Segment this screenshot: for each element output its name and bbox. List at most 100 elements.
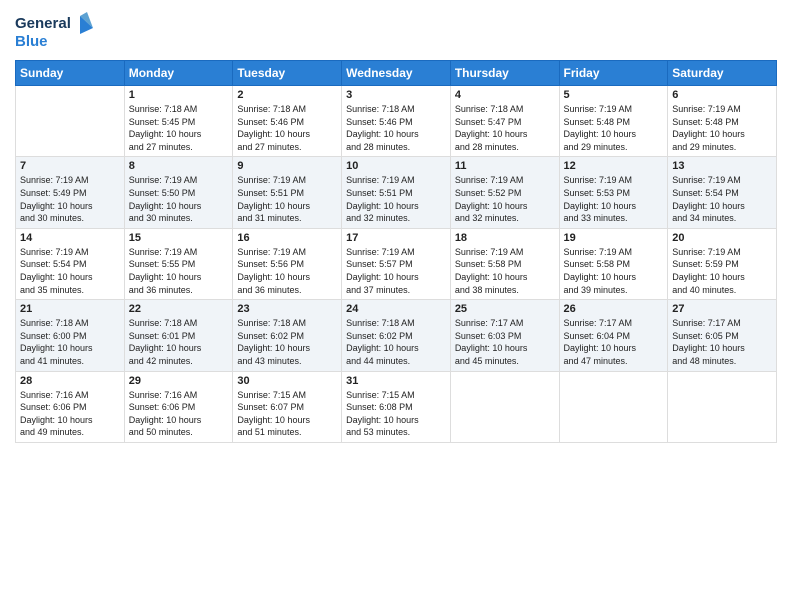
col-header-friday: Friday (559, 61, 668, 86)
day-info: Sunrise: 7:19 AM Sunset: 5:52 PM Dayligh… (455, 174, 555, 224)
day-info: Sunrise: 7:19 AM Sunset: 5:48 PM Dayligh… (564, 103, 664, 153)
day-number: 31 (346, 375, 446, 387)
logo-svg: General Blue (15, 10, 95, 52)
day-info: Sunrise: 7:19 AM Sunset: 5:55 PM Dayligh… (129, 246, 229, 296)
calendar-cell (668, 371, 777, 442)
day-info: Sunrise: 7:16 AM Sunset: 6:06 PM Dayligh… (20, 389, 120, 439)
calendar-cell (559, 371, 668, 442)
calendar-cell: 28 Sunrise: 7:16 AM Sunset: 6:06 PM Dayli… (16, 371, 125, 442)
day-info: Sunrise: 7:18 AM Sunset: 5:47 PM Dayligh… (455, 103, 555, 153)
calendar-table: SundayMondayTuesdayWednesdayThursdayFrid… (15, 60, 777, 443)
calendar-cell: 15 Sunrise: 7:19 AM Sunset: 5:55 PM Dayli… (124, 228, 233, 299)
day-info: Sunrise: 7:18 AM Sunset: 6:02 PM Dayligh… (237, 317, 337, 367)
day-info: Sunrise: 7:15 AM Sunset: 6:08 PM Dayligh… (346, 389, 446, 439)
col-header-sunday: Sunday (16, 61, 125, 86)
col-header-thursday: Thursday (450, 61, 559, 86)
day-number: 7 (20, 160, 120, 172)
calendar-cell: 26Sunrise: 7:17 AM Sunset: 6:04 PM Dayli… (559, 300, 668, 371)
day-info: Sunrise: 7:19 AM Sunset: 5:54 PM Dayligh… (20, 246, 120, 296)
day-number: 4 (455, 89, 555, 101)
day-info: Sunrise: 7:19 AM Sunset: 5:57 PM Dayligh… (346, 246, 446, 296)
calendar-week-row: 7 Sunrise: 7:19 AM Sunset: 5:49 PM Daylig… (16, 157, 777, 228)
calendar-cell: 21 Sunrise: 7:18 AM Sunset: 6:00 PM Dayli… (16, 300, 125, 371)
calendar-week-row: 1 Sunrise: 7:18 AM Sunset: 5:45 PM Daylig… (16, 86, 777, 157)
calendar-cell: 6Sunrise: 7:19 AM Sunset: 5:48 PM Daylig… (668, 86, 777, 157)
day-info: Sunrise: 7:18 AM Sunset: 6:00 PM Dayligh… (20, 317, 120, 367)
day-number: 12 (564, 160, 664, 172)
day-number: 10 (346, 160, 446, 172)
calendar-cell: 9 Sunrise: 7:19 AM Sunset: 5:51 PM Daylig… (233, 157, 342, 228)
svg-text:General: General (15, 15, 71, 32)
header: General Blue (15, 10, 777, 52)
calendar-header-row: SundayMondayTuesdayWednesdayThursdayFrid… (16, 61, 777, 86)
day-info: Sunrise: 7:18 AM Sunset: 5:46 PM Dayligh… (237, 103, 337, 153)
day-number: 25 (455, 303, 555, 315)
calendar-cell: 3Sunrise: 7:18 AM Sunset: 5:46 PM Daylig… (342, 86, 451, 157)
calendar-cell: 29Sunrise: 7:16 AM Sunset: 6:06 PM Dayli… (124, 371, 233, 442)
calendar-cell: 4 Sunrise: 7:18 AM Sunset: 5:47 PM Daylig… (450, 86, 559, 157)
svg-text:Blue: Blue (15, 33, 48, 50)
calendar-cell: 24Sunrise: 7:18 AM Sunset: 6:02 PM Dayli… (342, 300, 451, 371)
calendar-page: General Blue SundayMondayTuesdayWednesda… (0, 0, 792, 612)
day-number: 16 (237, 232, 337, 244)
day-info: Sunrise: 7:19 AM Sunset: 5:48 PM Dayligh… (672, 103, 772, 153)
calendar-cell: 30Sunrise: 7:15 AM Sunset: 6:07 PM Dayli… (233, 371, 342, 442)
calendar-week-row: 14Sunrise: 7:19 AM Sunset: 5:54 PM Dayli… (16, 228, 777, 299)
day-number: 9 (237, 160, 337, 172)
calendar-cell: 31 Sunrise: 7:15 AM Sunset: 6:08 PM Dayli… (342, 371, 451, 442)
day-number: 27 (672, 303, 772, 315)
calendar-cell: 16 Sunrise: 7:19 AM Sunset: 5:56 PM Dayli… (233, 228, 342, 299)
calendar-cell: 17 Sunrise: 7:19 AM Sunset: 5:57 PM Dayli… (342, 228, 451, 299)
calendar-cell: 14Sunrise: 7:19 AM Sunset: 5:54 PM Dayli… (16, 228, 125, 299)
calendar-cell: 22 Sunrise: 7:18 AM Sunset: 6:01 PM Dayli… (124, 300, 233, 371)
day-info: Sunrise: 7:19 AM Sunset: 5:51 PM Dayligh… (237, 174, 337, 224)
calendar-cell: 18Sunrise: 7:19 AM Sunset: 5:58 PM Dayli… (450, 228, 559, 299)
day-info: Sunrise: 7:18 AM Sunset: 6:02 PM Dayligh… (346, 317, 446, 367)
calendar-cell (450, 371, 559, 442)
calendar-week-row: 21 Sunrise: 7:18 AM Sunset: 6:00 PM Dayli… (16, 300, 777, 371)
day-info: Sunrise: 7:19 AM Sunset: 5:49 PM Dayligh… (20, 174, 120, 224)
calendar-cell: 12 Sunrise: 7:19 AM Sunset: 5:53 PM Dayli… (559, 157, 668, 228)
logo: General Blue (15, 10, 95, 52)
day-info: Sunrise: 7:19 AM Sunset: 5:51 PM Dayligh… (346, 174, 446, 224)
calendar-cell: 5 Sunrise: 7:19 AM Sunset: 5:48 PM Daylig… (559, 86, 668, 157)
day-info: Sunrise: 7:19 AM Sunset: 5:50 PM Dayligh… (129, 174, 229, 224)
day-number: 19 (564, 232, 664, 244)
day-info: Sunrise: 7:18 AM Sunset: 6:01 PM Dayligh… (129, 317, 229, 367)
calendar-cell (16, 86, 125, 157)
day-number: 15 (129, 232, 229, 244)
day-info: Sunrise: 7:19 AM Sunset: 5:54 PM Dayligh… (672, 174, 772, 224)
calendar-cell: 10 Sunrise: 7:19 AM Sunset: 5:51 PM Dayli… (342, 157, 451, 228)
day-number: 28 (20, 375, 120, 387)
day-info: Sunrise: 7:19 AM Sunset: 5:56 PM Dayligh… (237, 246, 337, 296)
calendar-cell: 2 Sunrise: 7:18 AM Sunset: 5:46 PM Daylig… (233, 86, 342, 157)
calendar-cell: 20 Sunrise: 7:19 AM Sunset: 5:59 PM Dayli… (668, 228, 777, 299)
day-info: Sunrise: 7:17 AM Sunset: 6:05 PM Dayligh… (672, 317, 772, 367)
day-number: 13 (672, 160, 772, 172)
day-number: 1 (129, 89, 229, 101)
day-number: 20 (672, 232, 772, 244)
col-header-monday: Monday (124, 61, 233, 86)
day-number: 23 (237, 303, 337, 315)
day-info: Sunrise: 7:19 AM Sunset: 5:58 PM Dayligh… (455, 246, 555, 296)
calendar-cell: 7 Sunrise: 7:19 AM Sunset: 5:49 PM Daylig… (16, 157, 125, 228)
day-info: Sunrise: 7:18 AM Sunset: 5:46 PM Dayligh… (346, 103, 446, 153)
day-number: 29 (129, 375, 229, 387)
day-info: Sunrise: 7:19 AM Sunset: 5:53 PM Dayligh… (564, 174, 664, 224)
day-number: 8 (129, 160, 229, 172)
day-number: 2 (237, 89, 337, 101)
calendar-cell: 23 Sunrise: 7:18 AM Sunset: 6:02 PM Dayli… (233, 300, 342, 371)
day-info: Sunrise: 7:19 AM Sunset: 5:58 PM Dayligh… (564, 246, 664, 296)
calendar-cell: 27 Sunrise: 7:17 AM Sunset: 6:05 PM Dayli… (668, 300, 777, 371)
calendar-cell: 11Sunrise: 7:19 AM Sunset: 5:52 PM Dayli… (450, 157, 559, 228)
day-info: Sunrise: 7:19 AM Sunset: 5:59 PM Dayligh… (672, 246, 772, 296)
col-header-wednesday: Wednesday (342, 61, 451, 86)
col-header-tuesday: Tuesday (233, 61, 342, 86)
day-info: Sunrise: 7:18 AM Sunset: 5:45 PM Dayligh… (129, 103, 229, 153)
day-info: Sunrise: 7:15 AM Sunset: 6:07 PM Dayligh… (237, 389, 337, 439)
day-number: 17 (346, 232, 446, 244)
day-number: 5 (564, 89, 664, 101)
day-number: 22 (129, 303, 229, 315)
calendar-cell: 1 Sunrise: 7:18 AM Sunset: 5:45 PM Daylig… (124, 86, 233, 157)
day-number: 21 (20, 303, 120, 315)
